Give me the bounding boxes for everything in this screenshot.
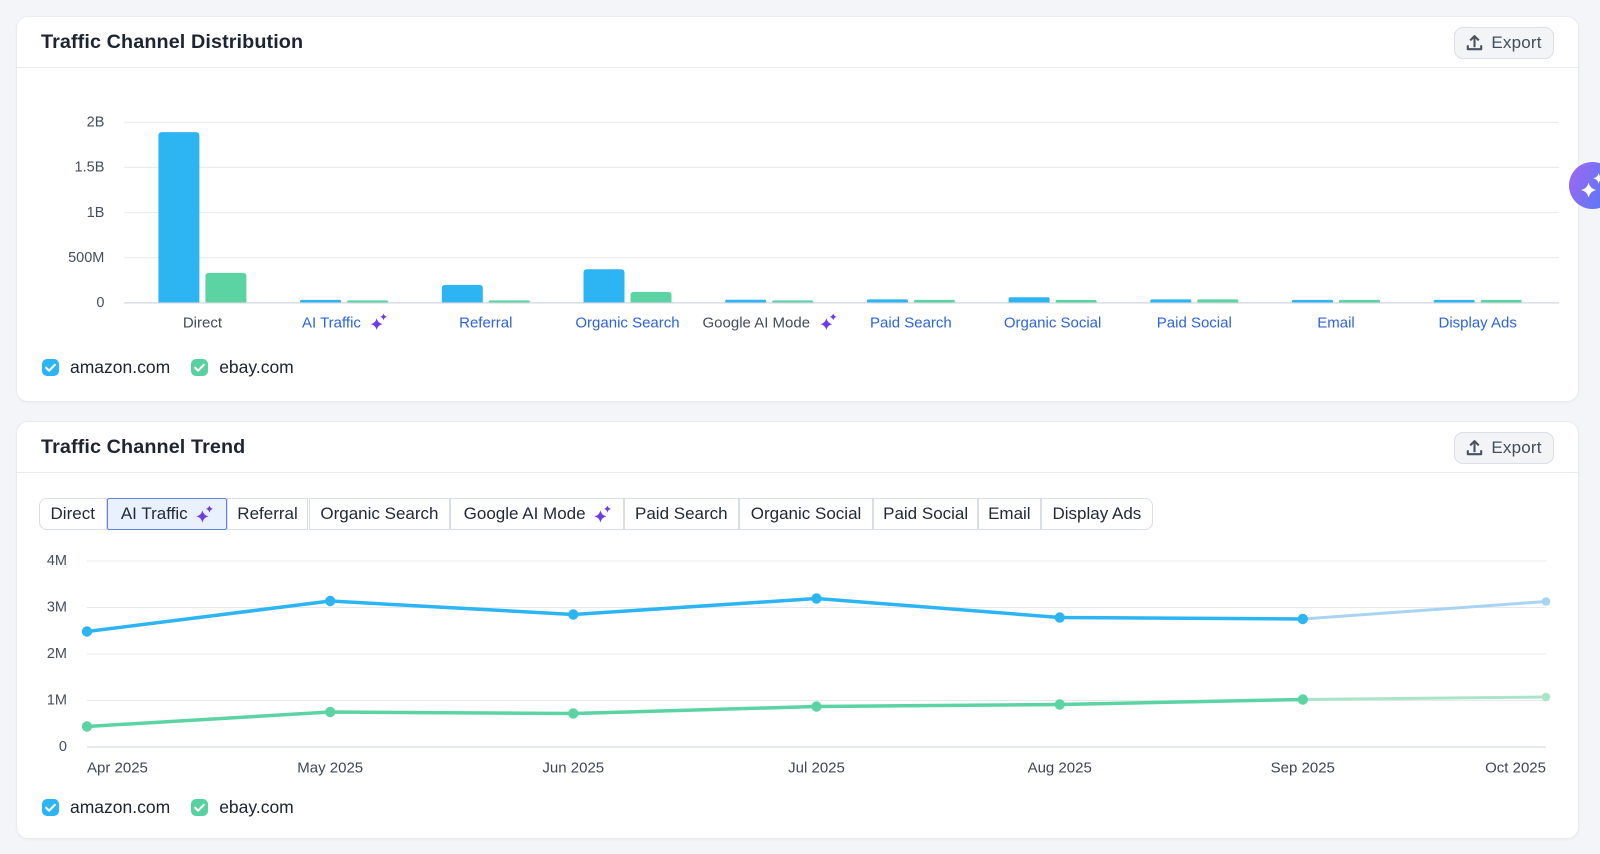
svg-text:Google AI Mode: Google AI Mode [703, 315, 811, 332]
svg-text:1.5B: 1.5B [75, 160, 105, 176]
svg-text:Direct: Direct [183, 315, 223, 332]
svg-text:Jul 2025: Jul 2025 [788, 760, 845, 777]
svg-text:1B: 1B [87, 205, 105, 221]
svg-text:3M: 3M [47, 600, 67, 616]
svg-text:Paid Search: Paid Search [870, 315, 952, 332]
svg-text:Sep 2025: Sep 2025 [1271, 760, 1335, 777]
svg-text:4M: 4M [47, 553, 67, 569]
svg-text:May 2025: May 2025 [297, 760, 363, 777]
svg-text:500M: 500M [68, 250, 104, 266]
svg-text:Referral: Referral [459, 315, 512, 332]
svg-text:Apr 2025: Apr 2025 [87, 760, 148, 777]
svg-text:Email: Email [1317, 315, 1355, 332]
svg-text:Aug 2025: Aug 2025 [1028, 760, 1092, 777]
svg-text:Organic Social: Organic Social [1004, 315, 1102, 332]
svg-text:Paid Social: Paid Social [1157, 315, 1232, 332]
svg-text:Jun 2025: Jun 2025 [542, 760, 604, 777]
svg-text:Oct 2025: Oct 2025 [1485, 760, 1546, 777]
svg-text:0: 0 [96, 295, 104, 311]
svg-text:Organic Search: Organic Search [575, 315, 679, 332]
svg-text:2M: 2M [47, 646, 67, 662]
svg-text:AI Traffic: AI Traffic [302, 315, 361, 332]
svg-text:0: 0 [59, 739, 67, 755]
svg-text:1M: 1M [47, 693, 67, 709]
svg-text:2B: 2B [87, 114, 105, 130]
svg-text:Display Ads: Display Ads [1439, 315, 1517, 332]
